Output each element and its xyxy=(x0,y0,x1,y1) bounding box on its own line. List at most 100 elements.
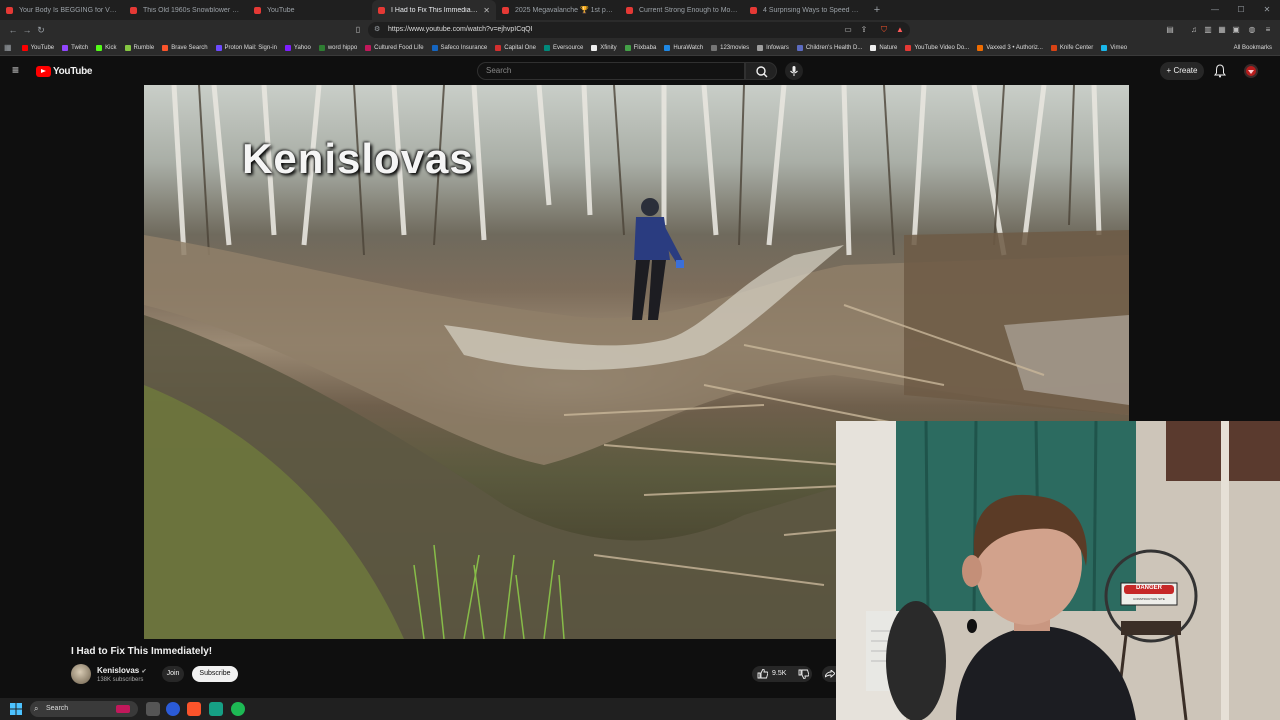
panel-icon[interactable]: ▥ xyxy=(1202,24,1214,36)
bookmark-icon[interactable]: ▯ xyxy=(352,24,364,36)
url-field[interactable]: ⚙ https://www.youtube.com/watch?v=ejhvpI… xyxy=(368,22,910,38)
bookmark-item[interactable]: Flixbaba xyxy=(624,44,657,51)
menu-icon[interactable]: ≡ xyxy=(1262,24,1274,36)
channel-avatar[interactable] xyxy=(71,664,91,684)
bookmark-item[interactable]: YouTube Video Do... xyxy=(905,44,969,51)
bookmark-item[interactable]: Nature xyxy=(870,44,898,51)
bookmark-label: Nature xyxy=(879,44,898,51)
os-taskbar: ⌕ Search xyxy=(0,698,836,720)
user-avatar[interactable] xyxy=(1244,64,1258,78)
bookmark-label: YouTube xyxy=(30,44,55,51)
bookmark-label: Knife Center xyxy=(1059,44,1094,51)
join-button[interactable]: Join xyxy=(162,666,184,682)
minimize-icon[interactable]: — xyxy=(1202,0,1228,20)
search-button[interactable] xyxy=(745,62,777,80)
search-input[interactable]: Search xyxy=(477,62,745,80)
share-page-icon[interactable]: ⇪ xyxy=(858,24,870,36)
bookmark-item[interactable]: Safeco Insurance xyxy=(431,44,487,51)
vpn-icon[interactable]: ◍ xyxy=(1246,24,1258,36)
back-icon[interactable]: ← xyxy=(6,23,20,37)
all-bookmarks[interactable]: All Bookmarks xyxy=(1234,45,1272,51)
browser-tab[interactable]: YouTube xyxy=(248,0,372,20)
bookmark-item[interactable]: Cultured Food Life xyxy=(365,44,424,51)
youtube-logo[interactable]: YouTube xyxy=(36,65,93,77)
close-tab-icon[interactable]: ✕ xyxy=(483,6,490,15)
forward-icon[interactable]: → xyxy=(20,23,34,37)
bookmark-item[interactable]: Twitch xyxy=(62,44,88,51)
brave-rewards-icon[interactable]: ▲ xyxy=(894,24,906,36)
wallet-icon[interactable]: ▣ xyxy=(1230,24,1242,36)
bookmark-label: Flixbaba xyxy=(633,44,657,51)
bookmark-label: Capital One xyxy=(504,44,536,51)
youtube-favicon-icon xyxy=(750,6,757,14)
browser-tab[interactable]: Current Strong Enough to Move It? xyxy=(620,0,744,20)
bookmark-item[interactable]: Children's Health D... xyxy=(796,44,862,51)
bookmark-item[interactable]: YouTube xyxy=(21,44,55,51)
like-button[interactable]: 9.5K xyxy=(752,666,796,682)
tab-title: 4 Surprising Ways to Speed up Mus xyxy=(763,6,862,14)
bookmark-item[interactable]: Eversource xyxy=(543,44,583,51)
brave-shields-icon[interactable]: ⛉ xyxy=(878,24,890,36)
bookmark-item[interactable]: Xfinity xyxy=(591,44,617,51)
bookmark-label: Brave Search xyxy=(171,44,208,51)
new-tab-icon[interactable]: + xyxy=(868,0,886,20)
youtube-favicon-icon xyxy=(502,6,509,14)
site-info-icon[interactable]: ⚙ xyxy=(374,22,380,38)
share-button[interactable] xyxy=(822,666,836,682)
bookmark-item[interactable]: 123movies xyxy=(711,44,749,51)
voice-search-button[interactable] xyxy=(785,62,803,80)
bookmark-item[interactable]: Knife Center xyxy=(1050,44,1094,51)
apps-grid-icon[interactable]: ▦ xyxy=(4,43,12,52)
tab-title: 2025 Megavalanche 🏆 1st place ro xyxy=(515,7,614,14)
screen-icon[interactable]: ▭ xyxy=(842,24,854,36)
notifications-bell-icon[interactable] xyxy=(1214,64,1226,78)
maximize-icon[interactable]: ☐ xyxy=(1228,0,1254,20)
bookmark-item[interactable]: Vaxxed 3 • Authoriz... xyxy=(977,44,1043,51)
app-icon[interactable] xyxy=(209,702,223,716)
reload-icon[interactable]: ↻ xyxy=(34,23,48,37)
browser-tab-active[interactable]: I Had to Fix This Immediately! ✕ xyxy=(372,0,496,20)
music-icon[interactable]: ♫ xyxy=(1188,24,1200,36)
bookmark-item[interactable]: HuraWatch xyxy=(664,44,704,51)
microphone-icon xyxy=(790,66,798,76)
taskbar-search[interactable]: ⌕ Search xyxy=(30,701,138,717)
create-button[interactable]: + Create xyxy=(1160,62,1204,80)
subscribe-button[interactable]: Subscribe xyxy=(192,666,238,682)
spotify-icon[interactable] xyxy=(231,702,245,716)
bookmark-favicon-icon xyxy=(365,44,372,51)
bookmark-item[interactable]: word hippo xyxy=(318,44,357,51)
bookmark-favicon-icon xyxy=(977,44,984,51)
browser-tab[interactable]: Your Body Is BEGGING for Vitamin D xyxy=(0,0,124,20)
bookmark-item[interactable]: Kick xyxy=(96,44,117,51)
bookmark-item[interactable]: Yahoo xyxy=(284,44,311,51)
browser-tab[interactable]: 4 Surprising Ways to Speed up Mus xyxy=(744,0,868,20)
task-view-icon[interactable] xyxy=(146,702,160,716)
bookmark-item[interactable]: Proton Mail: Sign-in xyxy=(215,44,277,51)
extensions-icon[interactable]: ▦ xyxy=(1216,24,1228,36)
copilot-icon[interactable] xyxy=(166,702,180,716)
dislike-button[interactable] xyxy=(796,666,812,682)
bookmark-item[interactable]: Vimeo xyxy=(1101,44,1127,51)
hamburger-menu-icon[interactable]: ≡ xyxy=(12,64,24,76)
bookmark-item[interactable]: Infowars xyxy=(757,44,789,51)
windows-start-icon[interactable] xyxy=(10,703,22,715)
bookmark-label: HuraWatch xyxy=(673,44,704,51)
close-window-icon[interactable]: ✕ xyxy=(1254,0,1280,20)
browser-tab[interactable]: 2025 Megavalanche 🏆 1st place ro xyxy=(496,0,620,20)
brave-browser-icon[interactable] xyxy=(187,702,201,716)
person-figure xyxy=(632,198,684,320)
bookmark-favicon-icon xyxy=(905,44,912,51)
bookmark-label: Kick xyxy=(105,44,117,51)
tab-title: Your Body Is BEGGING for Vitamin D xyxy=(19,6,118,14)
bookmark-item[interactable]: Capital One xyxy=(495,44,536,51)
youtube-header: ≡ YouTube Search + Create xyxy=(0,57,1280,85)
bookmark-favicon-icon xyxy=(62,44,69,51)
browser-tab[interactable]: This Old 1960s Snowblower Puts No xyxy=(124,0,248,20)
verified-check-icon: ✔ xyxy=(141,669,147,675)
bookmark-favicon-icon xyxy=(870,44,877,51)
channel-name[interactable]: Kenislovas ✔ xyxy=(97,666,147,675)
sidebar-icon[interactable]: ▤ xyxy=(1164,24,1176,36)
bookmark-item[interactable]: Brave Search xyxy=(162,44,208,51)
bookmark-item[interactable]: Rumble xyxy=(124,44,154,51)
address-bar-row: ← → ↻ ▯ ⚙ https://www.youtube.com/watch?… xyxy=(0,20,1280,40)
